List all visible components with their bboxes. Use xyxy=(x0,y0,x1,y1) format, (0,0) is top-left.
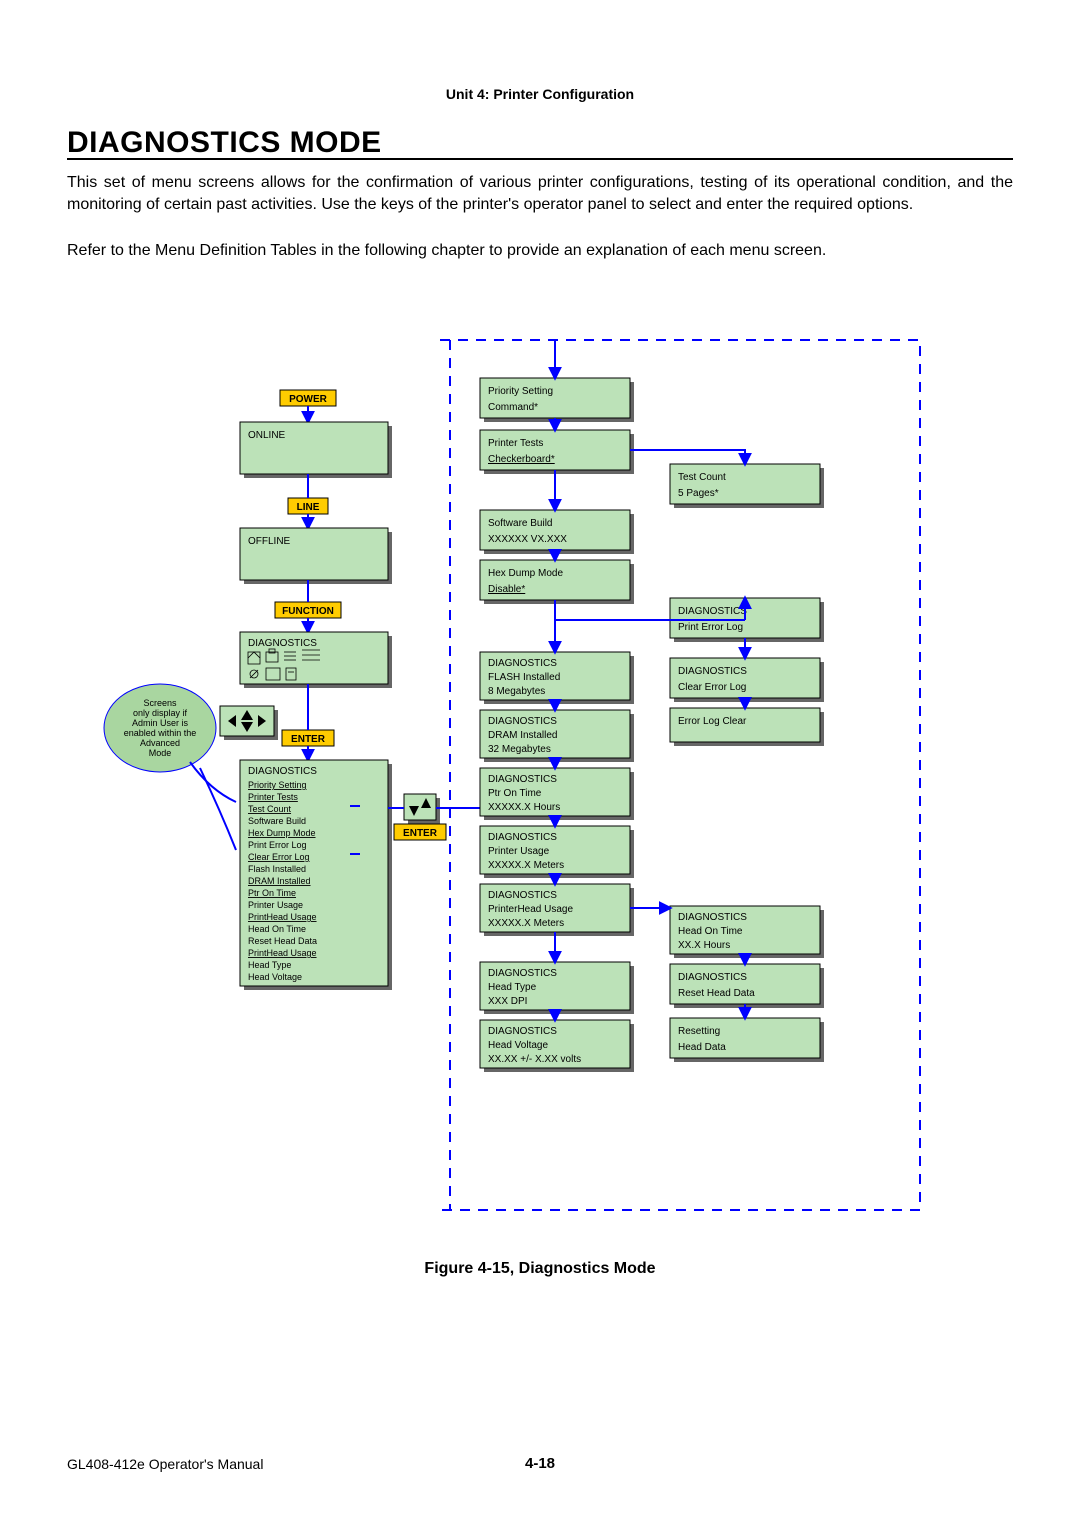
box-line: Printer Tests xyxy=(488,438,543,449)
box-line: Checkerboard* xyxy=(488,454,555,465)
box-line: XXXXX.X Meters xyxy=(488,860,564,871)
menu-item: Head On Time xyxy=(248,924,306,934)
box-line: 5 Pages* xyxy=(678,488,719,499)
menu-item: Head Voltage xyxy=(248,972,302,982)
box-line: Head Type xyxy=(488,982,537,993)
box-line: Printer Usage xyxy=(488,846,550,857)
box-line: DIAGNOSTICS xyxy=(488,1026,557,1037)
box-line: Head On Time xyxy=(678,926,743,937)
box-line: DIAGNOSTICS xyxy=(678,606,747,617)
line-button-label: LINE xyxy=(297,502,320,513)
menu-item: Ptr On Time xyxy=(248,888,296,898)
bubble-text: Advanced xyxy=(140,738,180,748)
menu-item: Priority Setting xyxy=(248,780,307,790)
box-line: Resetting xyxy=(678,1026,720,1037)
menu-item: Flash Installed xyxy=(248,864,306,874)
power-button-label: POWER xyxy=(289,394,328,405)
box-line: Software Build xyxy=(488,518,552,529)
box-line: DIAGNOSTICS xyxy=(488,832,557,843)
menu-item: Printer Tests xyxy=(248,792,298,802)
enter-button-2-label: ENTER xyxy=(403,828,438,839)
box-line: DIAGNOSTICS xyxy=(488,716,557,727)
menu-item: Clear Error Log xyxy=(248,852,310,862)
bubble-text: enabled within the xyxy=(124,728,197,738)
box-line: Reset Head Data xyxy=(678,988,755,999)
box-line: Error Log Clear xyxy=(678,716,747,727)
box-line: XX.XX +/- X.XX volts xyxy=(488,1054,581,1065)
menu-item: Test Count xyxy=(248,804,292,814)
box-line: PrinterHead Usage xyxy=(488,904,573,915)
up-down-nav-icon xyxy=(404,794,436,820)
footer-page-number: 4-18 xyxy=(0,1455,1080,1472)
box-line: Priority Setting xyxy=(488,386,553,397)
box-line: DIAGNOSTICS xyxy=(488,658,557,669)
menu-item: DRAM Installed xyxy=(248,876,311,886)
box-line: XX.X Hours xyxy=(678,940,730,951)
menu-item: Head Type xyxy=(248,960,291,970)
menu-item: Reset Head Data xyxy=(248,936,317,946)
diagnostics-flowchart: POWER ONLINE LINE OFFLINE FUNCTION DIAG xyxy=(120,330,930,1230)
menu-item: Print Error Log xyxy=(248,840,307,850)
box-line: XXXXX.X Meters xyxy=(488,918,564,929)
enter-button-1-label: ENTER xyxy=(291,734,326,745)
box-line: DIAGNOSTICS xyxy=(488,968,557,979)
online-text: ONLINE xyxy=(248,430,286,441)
box-line: Disable* xyxy=(488,584,525,595)
box-line: XXXXX.X Hours xyxy=(488,802,560,813)
bubble-text: Mode xyxy=(149,748,172,758)
title-rule xyxy=(67,158,1013,160)
offline-text: OFFLINE xyxy=(248,536,291,547)
box-line: DIAGNOSTICS xyxy=(678,912,747,923)
bubble-text: only display if xyxy=(133,708,188,718)
box-line: Print Error Log xyxy=(678,622,743,633)
box-line: XXX DPI xyxy=(488,996,527,1007)
diagnostics-menu-title: DIAGNOSTICS xyxy=(248,766,317,777)
box-line: Command* xyxy=(488,402,538,413)
box-line: FLASH Installed xyxy=(488,672,560,683)
bubble-text: Admin User is xyxy=(132,718,189,728)
intro-paragraph-1: This set of menu screens allows for the … xyxy=(67,172,1013,215)
box-line: Ptr On Time xyxy=(488,788,542,799)
box-line: Hex Dump Mode xyxy=(488,568,563,579)
page-title: DIAGNOSTICS MODE xyxy=(67,126,382,160)
diagnostics-title: DIAGNOSTICS xyxy=(248,638,317,649)
box-line: XXXXXX VX.XXX xyxy=(488,534,567,545)
box-line: 8 Megabytes xyxy=(488,686,545,697)
box-line: Clear Error Log xyxy=(678,682,746,693)
box-line: 32 Megabytes xyxy=(488,744,551,755)
box-line: DIAGNOSTICS xyxy=(488,890,557,901)
bubble-text: Screens xyxy=(143,698,177,708)
page-header: Unit 4: Printer Configuration xyxy=(0,86,1080,102)
menu-item: Hex Dump Mode xyxy=(248,828,316,838)
box-line: Head Data xyxy=(678,1042,726,1053)
menu-item: PrintHead Usage xyxy=(248,948,317,958)
box-line: DIAGNOSTICS xyxy=(678,972,747,983)
intro-paragraph-2: Refer to the Menu Definition Tables in t… xyxy=(67,240,1013,262)
figure-caption: Figure 4-15, Diagnostics Mode xyxy=(0,1260,1080,1278)
box-line: DRAM Installed xyxy=(488,730,557,741)
box-line: Test Count xyxy=(678,472,726,483)
function-button-label: FUNCTION xyxy=(282,606,334,617)
menu-item: Printer Usage xyxy=(248,900,303,910)
menu-item: Software Build xyxy=(248,816,306,826)
box-line: DIAGNOSTICS xyxy=(678,666,747,677)
box-line: DIAGNOSTICS xyxy=(488,774,557,785)
box-line: Head Voltage xyxy=(488,1040,548,1051)
menu-item: PrintHead Usage xyxy=(248,912,317,922)
